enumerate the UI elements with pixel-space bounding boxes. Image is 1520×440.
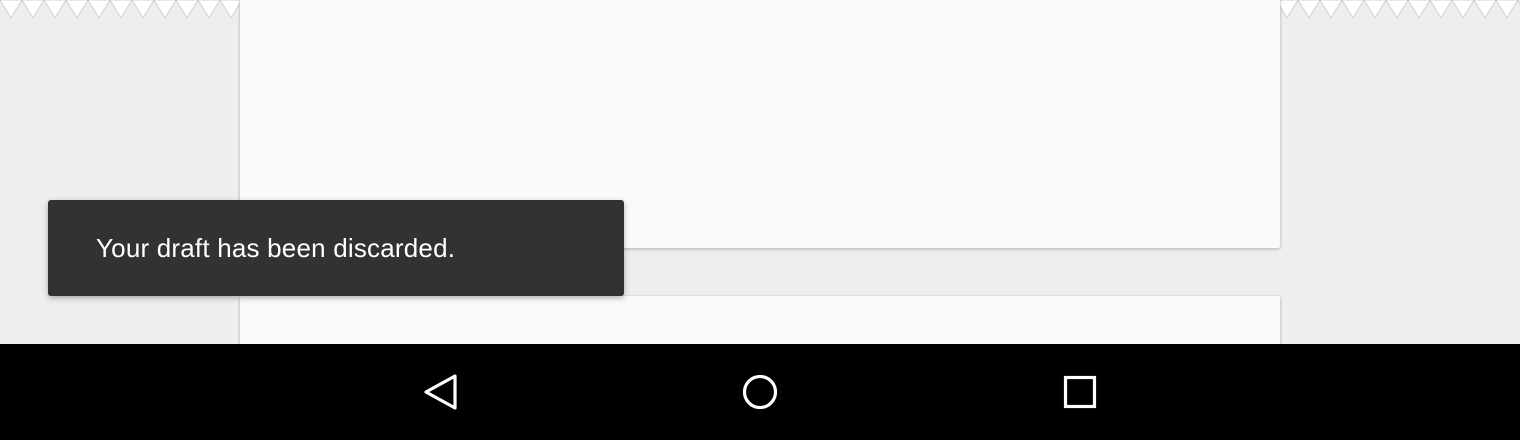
snackbar-message: Your draft has been discarded. xyxy=(96,232,456,263)
home-button[interactable] xyxy=(700,344,820,440)
back-button[interactable] xyxy=(380,344,500,440)
snackbar: Your draft has been discarded. xyxy=(48,200,624,296)
home-circle-icon xyxy=(742,374,778,410)
back-triangle-icon xyxy=(424,374,457,410)
message-card[interactable] xyxy=(240,296,1280,344)
system-navigation-bar xyxy=(0,344,1520,440)
recents-square-icon xyxy=(1063,375,1097,409)
recents-button[interactable] xyxy=(1020,344,1140,440)
app-content-area: Your draft has been discarded. xyxy=(0,0,1520,344)
